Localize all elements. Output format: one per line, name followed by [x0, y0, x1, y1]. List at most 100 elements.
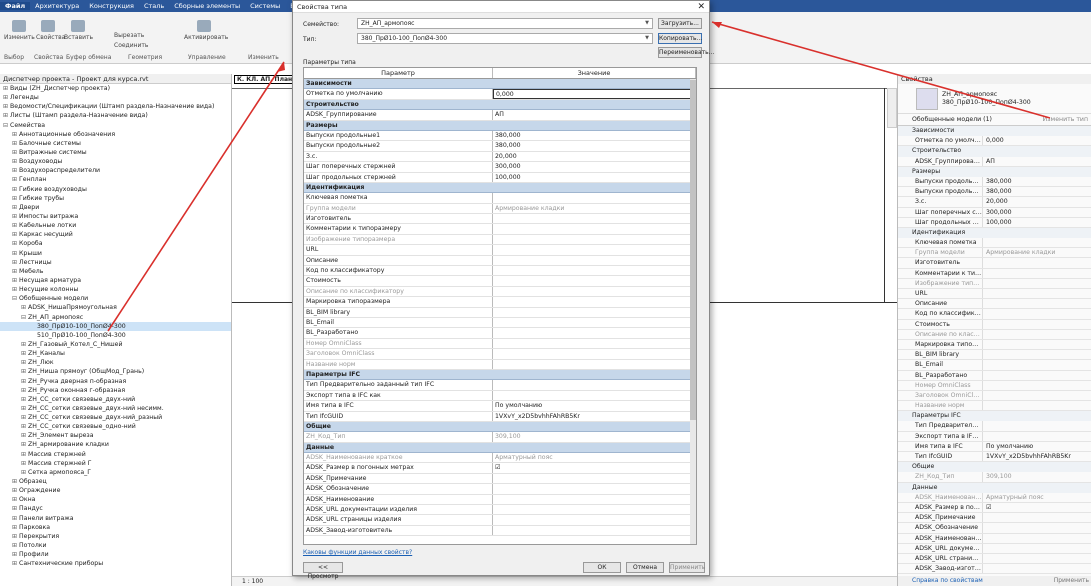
- grid-row[interactable]: Выпуски продольные2 380,000: [304, 141, 692, 152]
- ribbon-tab[interactable]: Файл: [0, 2, 31, 10]
- tree-item[interactable]: ⊞ Лестницы: [0, 258, 231, 267]
- props-row[interactable]: Шаг поперечных стержн...300,000: [898, 207, 1091, 218]
- grid-row[interactable]: Группа модели Армирование кладки: [304, 203, 692, 215]
- join-tool[interactable]: Соединить: [114, 42, 154, 49]
- grid-section[interactable]: Размеры: [304, 120, 692, 131]
- props-row[interactable]: ADSK_Примечание: [898, 513, 1091, 524]
- tree-item[interactable]: ⊞ Потолки: [0, 541, 231, 550]
- expand-icon[interactable]: ⊟: [3, 121, 10, 130]
- param-value[interactable]: 380,000: [493, 141, 692, 150]
- expand-icon[interactable]: ⊞: [12, 285, 19, 294]
- props-row[interactable]: ADSK_Наименование: [898, 533, 1091, 544]
- expand-icon[interactable]: ⊞: [12, 139, 19, 148]
- tree-item[interactable]: ⊞ Крыши: [0, 249, 231, 258]
- grid-row[interactable]: ADSK_Обозначение: [304, 484, 692, 495]
- expand-icon[interactable]: ⊞: [12, 541, 19, 550]
- tree-item[interactable]: ⊞ Пандус: [0, 504, 231, 513]
- props-section[interactable]: Зависимости: [898, 126, 1091, 137]
- grid-row[interactable]: Описание по классификатору: [304, 286, 692, 298]
- param-value[interactable]: [493, 297, 692, 306]
- grid-row[interactable]: ADSK_Группирование АП: [304, 110, 692, 121]
- expand-icon[interactable]: ⊞: [12, 157, 19, 166]
- tree-item[interactable]: ⊞ Сантехнические приборы: [0, 559, 231, 568]
- grid-row[interactable]: Описание: [304, 255, 692, 267]
- tree-item[interactable]: ⊞ Гибкие воздуховоды: [0, 185, 231, 194]
- props-param-value[interactable]: [982, 350, 1091, 360]
- tree-item[interactable]: ⊞ Мебель: [0, 267, 231, 276]
- param-value[interactable]: 100,000: [493, 173, 692, 182]
- props-param-value[interactable]: [982, 360, 1091, 370]
- expand-icon[interactable]: ⊞: [12, 148, 19, 157]
- param-value[interactable]: 1VXvY_x2D5bvhhFAhRB5Kr: [493, 412, 692, 421]
- expand-icon[interactable]: ⊞: [21, 422, 28, 431]
- param-value[interactable]: [493, 474, 692, 483]
- tree-item[interactable]: ⊞ ADSK_НишаПрямоугольная: [0, 303, 231, 312]
- tree-item[interactable]: ⊞ ZH_Люк: [0, 358, 231, 367]
- expand-icon[interactable]: ⊞: [12, 185, 19, 194]
- props-param-value[interactable]: [982, 513, 1091, 523]
- grid-row[interactable]: Маркировка типоразмера: [304, 297, 692, 308]
- param-value[interactable]: 0,000: [493, 89, 692, 99]
- param-value[interactable]: [493, 256, 692, 265]
- param-value[interactable]: [493, 193, 692, 202]
- grid-row[interactable]: Стоимость: [304, 276, 692, 287]
- expand-icon[interactable]: ⊞: [12, 221, 19, 230]
- param-value[interactable]: [493, 235, 692, 244]
- expand-icon[interactable]: ⊞: [21, 459, 28, 468]
- expand-icon[interactable]: ⊞: [12, 267, 19, 276]
- props-row[interactable]: ADSK_Группирование АП: [898, 156, 1091, 167]
- grid-row[interactable]: Тип Предварительно заданный тип IFC: [304, 380, 692, 391]
- expand-icon[interactable]: ⊞: [21, 386, 28, 395]
- nav-bar[interactable]: [887, 88, 897, 128]
- param-value[interactable]: [493, 526, 692, 535]
- props-row[interactable]: ADSK_Обозначение: [898, 523, 1091, 534]
- props-param-value[interactable]: Армирование кладки: [982, 248, 1091, 258]
- expand-icon[interactable]: ⊞: [12, 166, 19, 175]
- grid-row[interactable]: Комментарии к типоразмеру: [304, 224, 692, 235]
- param-value[interactable]: 380,000: [493, 131, 692, 140]
- tree-item[interactable]: ⊞ Образец: [0, 477, 231, 486]
- props-param-value[interactable]: [982, 268, 1091, 278]
- props-param-value[interactable]: [982, 390, 1091, 401]
- tree-item[interactable]: ⊞ ZH_СС_сетки связевые_двух-ний несимм.: [0, 404, 231, 413]
- grid-row[interactable]: ADSK_Наименование: [304, 494, 692, 506]
- expand-icon[interactable]: ⊞: [12, 550, 19, 559]
- tree-item[interactable]: ⊞ ZH_Газовый_Котел_С_Нишей: [0, 340, 231, 349]
- expand-icon[interactable]: ⊞: [21, 349, 28, 358]
- props-param-value[interactable]: [982, 339, 1091, 350]
- type-selector[interactable]: ZH_АП_армопояс 380_ПрØ10-100_ПопØ4-300: [898, 84, 1091, 114]
- tree-item[interactable]: ⊞ Перекрытия: [0, 532, 231, 541]
- props-param-value[interactable]: 380,000: [982, 176, 1091, 187]
- param-value[interactable]: [493, 380, 692, 389]
- grid-row[interactable]: Изображение типоразмера: [304, 234, 692, 246]
- expand-icon[interactable]: ⊞: [12, 276, 19, 285]
- props-row[interactable]: Изображение типоразм...: [898, 278, 1091, 289]
- tree-item[interactable]: ⊞ Панели витража: [0, 514, 231, 523]
- view-scale[interactable]: 1 : 100: [242, 578, 263, 585]
- expand-icon[interactable]: ⊞: [21, 431, 28, 440]
- expand-icon[interactable]: ⊞: [12, 194, 19, 203]
- expand-icon[interactable]: ⊞: [21, 413, 28, 422]
- expand-icon[interactable]: ⊞: [21, 367, 28, 376]
- props-param-value[interactable]: [982, 523, 1091, 533]
- ribbon-tab[interactable]: Системы: [245, 2, 285, 10]
- props-param-value[interactable]: [982, 431, 1091, 441]
- props-row[interactable]: Тип Предварительно зад...: [898, 421, 1091, 432]
- expand-icon[interactable]: ⊞: [21, 468, 28, 477]
- paste-tool[interactable]: Вставить: [64, 20, 93, 41]
- tree-item[interactable]: ⊟ Обобщенные модели: [0, 294, 231, 303]
- grid-row[interactable]: ADSK_Наименование краткое Арматурный пояс: [304, 453, 692, 464]
- props-param-value[interactable]: [982, 553, 1091, 564]
- tree-item[interactable]: ⊞ ZH_Каналы: [0, 349, 231, 358]
- expand-icon[interactable]: ⊞: [12, 249, 19, 258]
- tree-item[interactable]: ⊟ Семейства: [0, 121, 231, 130]
- param-value[interactable]: [493, 266, 692, 275]
- grid-row[interactable]: Код по классификатору: [304, 266, 692, 277]
- props-row[interactable]: ZH_Код_Тип 309,100: [898, 472, 1091, 483]
- ribbon-tab[interactable]: Архитектура: [30, 2, 84, 10]
- expand-icon[interactable]: ⊞: [12, 130, 19, 139]
- activate-tool[interactable]: Активировать: [184, 20, 228, 41]
- expand-icon[interactable]: ⊞: [21, 377, 28, 386]
- expand-icon[interactable]: ⊞: [12, 239, 19, 248]
- cut-tool[interactable]: Вырезать: [114, 32, 154, 39]
